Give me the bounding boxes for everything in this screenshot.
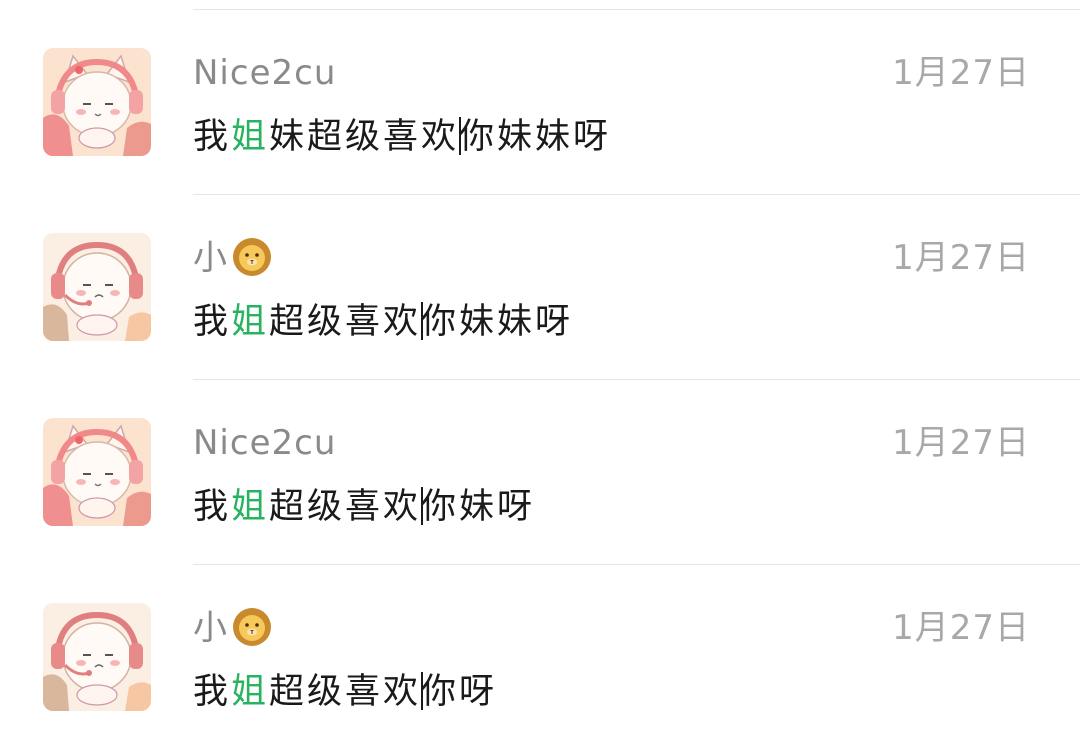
message-date: 1月27日 xyxy=(892,238,1030,278)
list-item[interactable]: Nice2cu 1月27日 我姐妹超级喜欢你妹妹呀 xyxy=(0,10,1080,194)
sender-name: 小 xyxy=(193,237,272,280)
message-date: 1月27日 xyxy=(892,423,1030,463)
sender-name: Nice2cu xyxy=(193,53,336,93)
lion-face-emoji-icon xyxy=(232,237,272,277)
sender-name-text: Nice2cu xyxy=(193,53,337,93)
cat-girl-avatar-image xyxy=(43,48,151,156)
avatar[interactable] xyxy=(43,603,151,711)
text-cursor xyxy=(421,487,424,525)
message-preview: 我姐超级喜欢你呀 xyxy=(193,671,497,713)
message-text-after: 你妹呀 xyxy=(421,487,536,527)
text-cursor xyxy=(421,302,424,340)
search-results-list: Nice2cu 1月27日 我姐妹超级喜欢你妹妹呀 小 1月27日 我姐超级喜欢… xyxy=(0,0,1080,729)
search-highlight: 姐 xyxy=(231,672,270,712)
boy-avatar-image xyxy=(43,603,151,711)
avatar[interactable] xyxy=(43,48,151,156)
message-text-before: 我 xyxy=(193,487,232,527)
sender-name-text: 小 xyxy=(193,608,228,648)
text-cursor xyxy=(459,117,462,155)
message-text-after: 你妹妹呀 xyxy=(459,117,612,157)
lion-face-emoji-icon xyxy=(232,607,272,647)
list-item[interactable]: Nice2cu 1月27日 我姐超级喜欢你妹呀 xyxy=(0,380,1080,564)
cat-girl-avatar-image xyxy=(43,418,151,526)
message-preview: 我姐妹超级喜欢你妹妹呀 xyxy=(193,116,611,158)
avatar[interactable] xyxy=(43,418,151,526)
message-text-before: 我 xyxy=(193,672,232,712)
text-cursor xyxy=(421,672,424,710)
message-text-after: 你呀 xyxy=(421,672,498,712)
list-item[interactable]: 小 1月27日 我姐超级喜欢你妹妹呀 xyxy=(0,195,1080,379)
sender-name: 小 xyxy=(193,607,272,650)
message-text-middle: 超级喜欢 xyxy=(269,487,422,527)
message-preview: 我姐超级喜欢你妹呀 xyxy=(193,486,535,528)
message-text-before: 我 xyxy=(193,302,232,342)
message-date: 1月27日 xyxy=(892,53,1030,93)
message-preview: 我姐超级喜欢你妹妹呀 xyxy=(193,301,573,343)
sender-name-text: 小 xyxy=(193,238,228,278)
search-highlight: 姐 xyxy=(231,302,270,342)
search-highlight: 姐 xyxy=(231,117,270,157)
message-text-after: 你妹妹呀 xyxy=(421,302,574,342)
boy-avatar-image xyxy=(43,233,151,341)
message-text-before: 我 xyxy=(193,117,232,157)
message-date: 1月27日 xyxy=(892,608,1030,648)
search-highlight: 姐 xyxy=(231,487,270,527)
sender-name-text: Nice2cu xyxy=(193,423,337,463)
message-text-middle: 妹超级喜欢 xyxy=(269,117,460,157)
list-item[interactable]: 小 1月27日 我姐超级喜欢你呀 xyxy=(0,565,1080,749)
sender-name: Nice2cu xyxy=(193,423,336,463)
message-text-middle: 超级喜欢 xyxy=(269,302,422,342)
message-text-middle: 超级喜欢 xyxy=(269,672,422,712)
avatar[interactable] xyxy=(43,233,151,341)
